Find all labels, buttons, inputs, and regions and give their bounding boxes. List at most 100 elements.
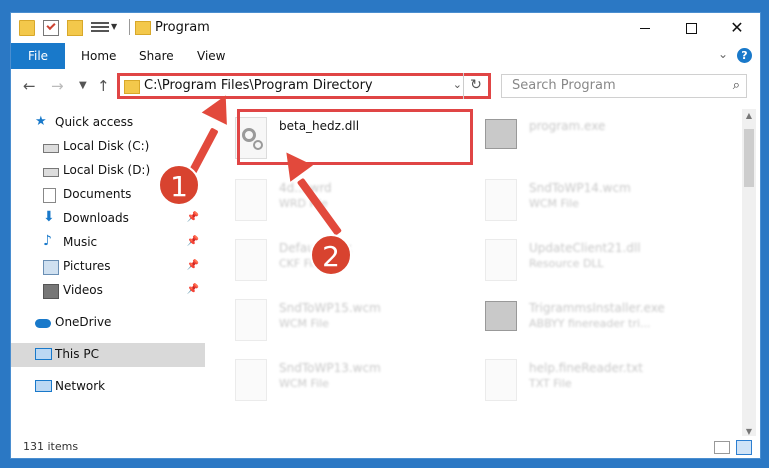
sidebar-item-label: Quick access — [55, 115, 134, 129]
videos-icon — [43, 284, 59, 299]
file-icon — [235, 239, 267, 281]
sidebar-item-local-disk-c[interactable]: Local Disk (C:) — [11, 135, 205, 159]
chevron-down-icon[interactable]: ▼ — [111, 22, 117, 31]
file-name: program.exe — [529, 119, 606, 133]
sidebar-item-pictures[interactable]: Pictures 📌 — [11, 255, 205, 279]
sidebar-item-label: Music — [63, 235, 98, 249]
explorer-window: ▼ Program ✕ File Home Share View ⌄ ? ← →… — [10, 12, 761, 459]
minimize-button[interactable] — [622, 13, 668, 43]
documents-icon — [43, 188, 56, 203]
pin-icon[interactable]: 📌 — [187, 260, 199, 271]
pin-icon[interactable]: 📌 — [187, 212, 199, 223]
sidebar-item-label: Documents — [63, 187, 132, 201]
file-icon — [235, 179, 267, 221]
sidebar-item-label: OneDrive — [55, 315, 112, 329]
scrollbar-thumb[interactable] — [744, 129, 754, 187]
file-item[interactable]: help.fineReader.txt TXT File — [485, 355, 735, 411]
search-input[interactable]: Search Program ⌕ — [501, 74, 747, 98]
pin-icon[interactable]: 📌 — [187, 236, 199, 247]
expand-ribbon-icon[interactable]: ⌄ — [718, 47, 728, 61]
step-badge-1: 1 — [158, 164, 200, 206]
separator — [129, 19, 130, 35]
address-dropdown-icon[interactable]: ⌄ — [453, 78, 462, 91]
scroll-up-icon[interactable]: ▲ — [742, 109, 756, 123]
file-name: TrigrammsInstaller.exe — [529, 301, 665, 315]
music-icon: ♪ — [43, 233, 52, 249]
title-bar: ▼ Program ✕ — [11, 13, 760, 43]
cloud-icon — [35, 319, 51, 328]
sidebar-item-label: Downloads — [63, 211, 129, 225]
item-count: 131 items — [23, 440, 79, 453]
tab-view[interactable]: View — [197, 43, 225, 69]
search-icon[interactable]: ⌕ — [733, 78, 740, 93]
address-folder-icon — [124, 80, 140, 94]
close-button[interactable]: ✕ — [714, 13, 760, 43]
drive-icon — [43, 168, 59, 177]
window-title: Program — [155, 20, 210, 35]
computer-icon — [35, 348, 52, 360]
sidebar-item-downloads[interactable]: ⬇ Downloads 📌 — [11, 207, 205, 231]
file-item[interactable]: SndToWP14.wcm WCM File — [485, 175, 735, 231]
sidebar-item-label: Local Disk (D:) — [63, 163, 151, 177]
help-icon[interactable]: ? — [737, 48, 752, 63]
sidebar-item-onedrive[interactable]: OneDrive — [11, 311, 205, 335]
file-item[interactable]: SndToWP15.wcm WCM File — [235, 295, 485, 351]
file-name: SndToWP13.wcm — [279, 361, 381, 375]
file-name: UpdateClient21.dll — [529, 241, 641, 255]
pin-icon[interactable]: 📌 — [187, 284, 199, 295]
sidebar-item-videos[interactable]: Videos 📌 — [11, 279, 205, 303]
file-item[interactable]: program.exe — [485, 113, 735, 169]
navigation-pane: ★ Quick access Local Disk (C:) Local Dis… — [11, 109, 205, 439]
pictures-icon — [43, 260, 59, 275]
maximize-button[interactable] — [668, 13, 714, 43]
navigation-bar: ← → ▼ ↑ C:\Program Files\Program Directo… — [11, 69, 760, 103]
file-item[interactable]: SndToWP13.wcm WCM File — [235, 355, 485, 411]
tab-home[interactable]: Home — [81, 43, 116, 69]
file-type: WCM File — [529, 197, 579, 210]
file-type: TXT File — [529, 377, 572, 390]
up-arrow-icon[interactable]: ↑ — [97, 77, 110, 95]
exe-file-icon — [485, 301, 517, 331]
search-placeholder: Search Program — [512, 78, 616, 93]
file-item[interactable]: TrigrammsInstaller.exe ABBYY finereader … — [485, 295, 735, 351]
quick-access-toolbar-icon[interactable] — [91, 20, 109, 34]
file-type: WCM File — [279, 317, 329, 330]
star-icon: ★ — [35, 114, 47, 129]
sidebar-item-network[interactable]: Network — [11, 375, 205, 399]
sidebar-item-quick-access[interactable]: ★ Quick access — [11, 111, 205, 135]
new-folder-icon[interactable] — [67, 20, 83, 36]
large-icons-view-icon[interactable] — [736, 440, 752, 455]
vertical-scrollbar[interactable]: ▲ ▼ — [742, 109, 756, 439]
recent-locations-icon[interactable]: ▼ — [79, 80, 87, 91]
sidebar-item-label: Local Disk (C:) — [63, 139, 150, 153]
file-item[interactable]: 4d....wrd WRD File — [235, 175, 485, 231]
address-bar[interactable]: C:\Program Files\Program Directory ⌄ ↻ — [117, 73, 491, 99]
file-item[interactable]: Defau...t.cjk CKF File — [235, 235, 485, 291]
dll-file-icon — [485, 239, 517, 281]
sidebar-item-this-pc[interactable]: This PC — [11, 343, 205, 367]
sidebar-item-label: Network — [55, 379, 106, 393]
title-folder-icon — [135, 21, 151, 35]
forward-arrow-icon[interactable]: → — [51, 77, 64, 95]
tab-file[interactable]: File — [11, 43, 65, 69]
sidebar-item-music[interactable]: ♪ Music 📌 — [11, 231, 205, 255]
exe-file-icon — [485, 119, 517, 149]
sidebar-item-label: Pictures — [63, 259, 111, 273]
step-badge-2: 2 — [310, 234, 352, 276]
back-arrow-icon[interactable]: ← — [23, 77, 36, 95]
tab-share[interactable]: Share — [139, 43, 174, 69]
address-path[interactable]: C:\Program Files\Program Directory — [144, 78, 373, 93]
file-type: WCM File — [279, 377, 329, 390]
file-item[interactable]: UpdateClient21.dll Resource DLL — [485, 235, 735, 291]
file-icon — [235, 359, 267, 401]
refresh-icon[interactable]: ↻ — [463, 73, 488, 99]
maximize-icon — [685, 23, 697, 34]
details-view-icon[interactable] — [714, 441, 730, 454]
folder-icon[interactable] — [19, 20, 35, 36]
file-icon — [485, 179, 517, 221]
properties-check-icon[interactable] — [43, 20, 59, 36]
sidebar-item-label: This PC — [55, 347, 99, 361]
drive-icon — [43, 144, 59, 153]
download-icon: ⬇ — [43, 209, 55, 225]
file-icon — [485, 359, 517, 401]
